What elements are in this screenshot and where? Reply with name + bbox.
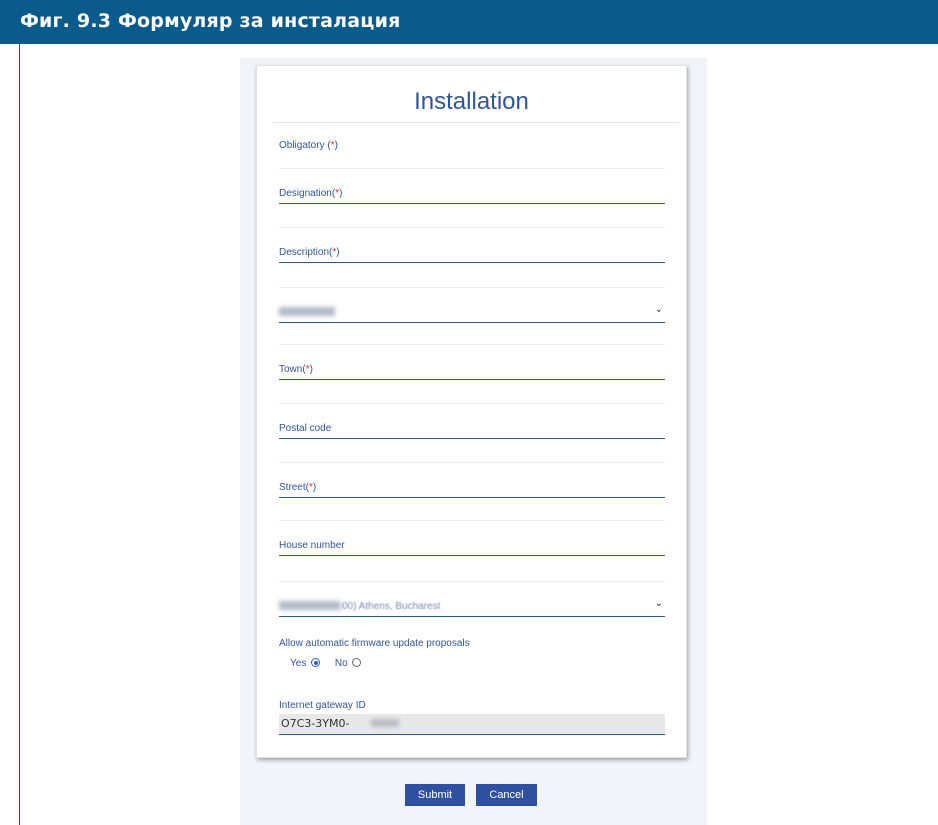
house-number-label: House number	[279, 540, 345, 551]
postal-code-field[interactable]: Postal code	[279, 403, 665, 439]
cancel-button[interactable]: Cancel	[476, 784, 537, 806]
firmware-update-label: Allow automatic firmware update proposal…	[279, 638, 470, 649]
chevron-down-icon: ⌄	[654, 304, 663, 315]
street-field[interactable]: Street(*)	[279, 462, 665, 498]
country-select-value	[279, 307, 335, 316]
postal-code-label: Postal code	[279, 423, 332, 434]
yes-radio[interactable]	[311, 658, 321, 667]
submit-button[interactable]: Submit	[405, 784, 465, 806]
figure-header: Фиг. 9.3 Формуляр за инсталация	[0, 0, 938, 44]
designation-field[interactable]: Designation(*)	[279, 168, 665, 204]
description-label: Description(*)	[279, 247, 340, 258]
no-radio[interactable]	[352, 658, 362, 667]
house-number-field[interactable]: House number	[279, 520, 665, 556]
title-divider	[273, 122, 679, 123]
chevron-down-icon: ⌄	[654, 598, 663, 609]
form-title: Installation	[414, 88, 529, 115]
no-radio-label: No	[334, 658, 348, 669]
installation-form-card: Installation Obligatory (*) Designation(…	[256, 65, 687, 758]
yes-radio-label: Yes	[290, 658, 307, 669]
country-select[interactable]: ⌄	[279, 287, 665, 323]
designation-label: Designation(*)	[279, 188, 343, 199]
timezone-select-value: 00) Athens, Bucharest	[342, 601, 441, 612]
figure-caption: Фиг. 9.3 Формуляр за инсталация	[20, 10, 401, 32]
gateway-id-value: O7C3-3YM0-	[281, 717, 350, 730]
description-field[interactable]: Description(*)	[279, 227, 665, 263]
figure-left-border	[19, 44, 20, 825]
gateway-id-input[interactable]: O7C3-3YM0-	[279, 714, 665, 735]
firmware-update-radio-group: Yes No	[290, 658, 362, 669]
gateway-id-label: Internet gateway ID	[279, 700, 366, 711]
town-label: Town(*)	[279, 364, 313, 375]
timezone-select[interactable]: 00) Athens, Bucharest ⌄	[279, 581, 665, 617]
street-label: Street(*)	[279, 482, 317, 493]
town-field[interactable]: Town(*)	[279, 344, 665, 380]
obligatory-note: Obligatory (*)	[279, 140, 338, 151]
